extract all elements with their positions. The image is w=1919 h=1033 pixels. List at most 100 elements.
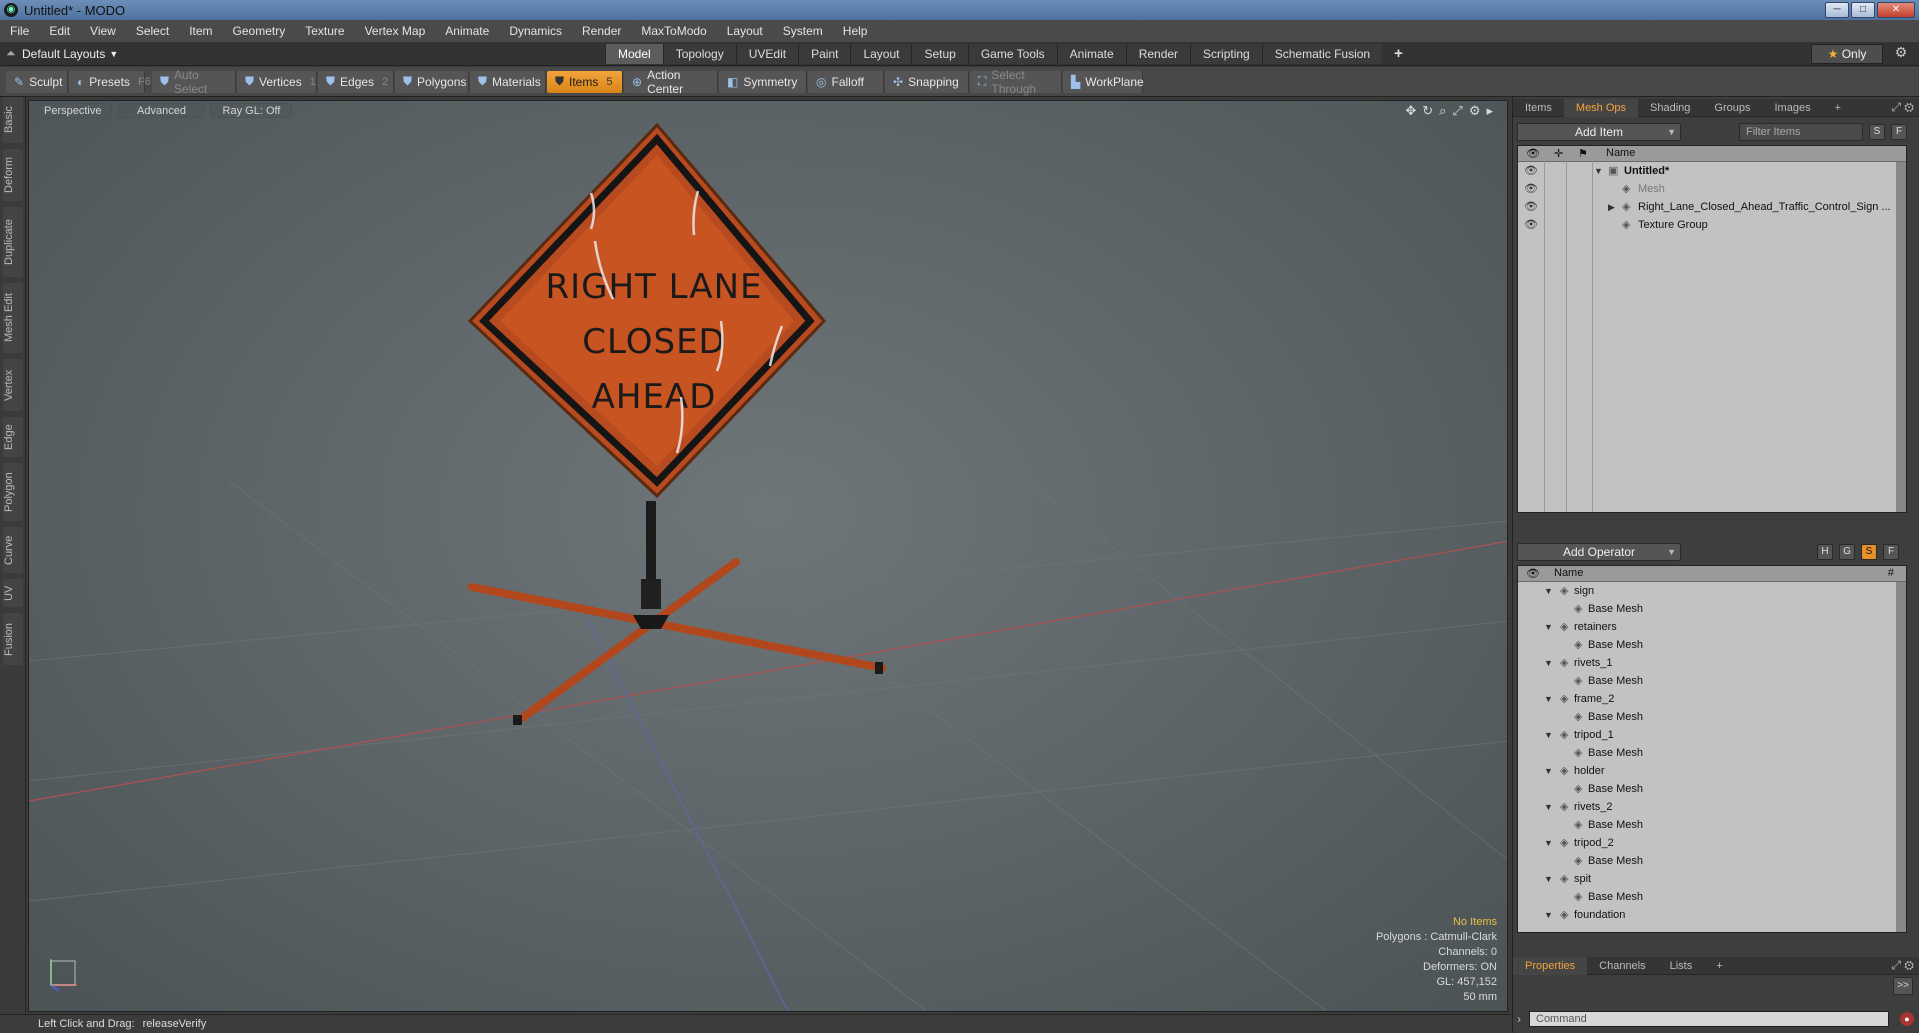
rotate-icon[interactable]: ↻ — [1422, 103, 1433, 119]
collapse-arrow-icon[interactable]: ▼ — [1544, 798, 1553, 816]
tab-uvedit[interactable]: UVEdit — [735, 43, 799, 64]
sculpt-button[interactable]: ✎ Sculpt — [6, 70, 68, 93]
left-tab-basic[interactable]: Basic — [3, 97, 23, 143]
mesh-op-row[interactable]: ▼ ◈ sign — [1518, 582, 1906, 600]
item-row[interactable]: 👁 ◈ Mesh — [1518, 180, 1906, 198]
items-tab-images[interactable]: Images — [1763, 99, 1823, 117]
snapping-button[interactable]: ✣ Snapping — [885, 70, 969, 93]
menu-vertex-map[interactable]: Vertex Map — [355, 24, 436, 38]
eye-icon[interactable] — [1524, 621, 1536, 633]
props-tab-lists[interactable]: Lists — [1658, 957, 1705, 975]
mesh-op-row[interactable]: ▼ ◈ spit — [1518, 870, 1906, 888]
left-tab-fusion[interactable]: Fusion — [3, 613, 23, 665]
left-tab-curve[interactable]: Curve — [3, 527, 23, 573]
mesh-op-row[interactable]: ▼ ◈ tripod_1 — [1518, 726, 1906, 744]
eye-icon[interactable] — [1524, 765, 1536, 777]
menu-maxtomodo[interactable]: MaxToModo — [631, 24, 716, 38]
eye-icon[interactable] — [1524, 801, 1536, 813]
zoom-icon[interactable]: ⌕ — [1439, 103, 1446, 119]
mesh-op-row[interactable]: ◈ Base Mesh — [1518, 600, 1906, 618]
tab-animate[interactable]: Animate — [1056, 43, 1126, 64]
ops-f-button[interactable]: F — [1883, 544, 1899, 560]
mesh-op-row[interactable]: ◈ Base Mesh — [1518, 888, 1906, 906]
filter-f-button[interactable]: F — [1891, 124, 1907, 140]
left-tab-mesh-edit[interactable]: Mesh Edit — [3, 283, 23, 353]
eye-icon[interactable] — [1524, 729, 1536, 741]
collapse-arrow-icon[interactable]: ▼ — [1544, 834, 1553, 852]
mesh-op-row[interactable]: ◈ Base Mesh — [1518, 672, 1906, 690]
fit-icon[interactable]: ⤢ — [1452, 103, 1462, 119]
props-tab-channels[interactable]: Channels — [1587, 957, 1657, 975]
mesh-op-row[interactable]: ▼ ◈ holder — [1518, 762, 1906, 780]
add-item-dropdown[interactable]: Add Item ▼ — [1517, 123, 1681, 141]
default-layouts-dropdown[interactable]: Default Layouts — [22, 47, 105, 61]
eye-icon[interactable] — [1524, 873, 1536, 885]
mesh-op-row[interactable]: ▼ ◈ rivets_1 — [1518, 654, 1906, 672]
auto-select-button[interactable]: ⛊ Auto Select — [152, 68, 236, 96]
menu-edit[interactable]: Edit — [39, 24, 80, 38]
eye-icon[interactable]: 👁 — [1524, 165, 1538, 177]
minimize-button[interactable]: ─ — [1825, 2, 1849, 18]
expand-button[interactable]: >> — [1893, 977, 1913, 995]
record-icon[interactable]: ● — [1900, 1012, 1914, 1026]
falloff-button[interactable]: ◎ Falloff — [808, 70, 884, 93]
props-tab-properties[interactable]: Properties — [1513, 956, 1588, 975]
mesh-op-row[interactable]: ▼ ◈ tripod_2 — [1518, 834, 1906, 852]
materials-button[interactable]: ⛊ Materials — [470, 70, 546, 93]
add-operator-dropdown[interactable]: Add Operator ▼ — [1517, 543, 1681, 561]
action-center-button[interactable]: ⊕ Action Center — [624, 68, 718, 96]
add-tab-button[interactable]: + — [1382, 44, 1415, 64]
items-tab-shading[interactable]: Shading — [1638, 99, 1702, 117]
props-panel-gear-icon[interactable]: ⤢ ⚙ — [1891, 958, 1914, 973]
left-tab-polygon[interactable]: Polygon — [3, 463, 23, 521]
eye-icon[interactable]: 👁 — [1524, 201, 1538, 213]
tab-setup[interactable]: Setup — [911, 43, 968, 64]
tab-topology[interactable]: Topology — [662, 43, 736, 64]
collapse-arrow-icon[interactable]: ▼ — [1544, 762, 1553, 780]
tab-paint[interactable]: Paint — [798, 43, 851, 64]
item-row[interactable]: 👁 ▼ ▣ Untitled* — [1518, 162, 1906, 180]
tab-layout[interactable]: Layout — [850, 43, 912, 64]
left-tab-uv[interactable]: UV — [3, 579, 23, 607]
props-tab-add[interactable]: + — [1704, 957, 1734, 975]
command-input[interactable]: Command — [1529, 1011, 1889, 1027]
polygons-button[interactable]: ⛊ Polygons — [395, 70, 469, 93]
tab-render[interactable]: Render — [1125, 43, 1191, 64]
shading-mode-dropdown[interactable]: Advanced — [118, 103, 205, 118]
left-tab-duplicate[interactable]: Duplicate — [3, 207, 23, 277]
eye-icon[interactable] — [1524, 657, 1536, 669]
mesh-op-row[interactable]: ◈ Base Mesh — [1518, 780, 1906, 798]
item-row[interactable]: 👁 ◈ Texture Group — [1518, 216, 1906, 234]
tab-schematic-fusion[interactable]: Schematic Fusion — [1261, 43, 1383, 64]
eye-icon[interactable] — [1524, 909, 1536, 921]
tab-scripting[interactable]: Scripting — [1190, 43, 1262, 64]
items-panel-gear-icon[interactable]: ⤢ ⚙ — [1891, 100, 1914, 115]
vertices-button[interactable]: ⛊ Vertices 1 — [237, 70, 317, 93]
items-tab-items[interactable]: Items — [1513, 99, 1564, 117]
presets-button[interactable]: ◐ Presets F6 — [69, 70, 151, 93]
mesh-op-row[interactable]: ▼ ◈ frame_2 — [1518, 690, 1906, 708]
collapse-arrow-icon[interactable]: ▼ — [1544, 726, 1553, 744]
layout-up-icon[interactable]: ⏶ — [6, 46, 22, 61]
mesh-op-row[interactable]: ◈ Base Mesh — [1518, 816, 1906, 834]
menu-view[interactable]: View — [80, 24, 126, 38]
menu-file[interactable]: File — [0, 24, 39, 38]
mesh-op-row[interactable]: ▼ ◈ foundation — [1518, 906, 1906, 924]
pan-icon[interactable]: ✥ — [1405, 103, 1416, 119]
items-tab-add[interactable]: + — [1823, 99, 1853, 117]
items-tab-mesh-ops[interactable]: Mesh Ops — [1563, 98, 1639, 117]
eye-icon[interactable]: 👁 — [1524, 183, 1538, 195]
mesh-op-row[interactable]: ◈ Base Mesh — [1518, 636, 1906, 654]
tab-model[interactable]: Model — [605, 43, 663, 64]
mesh-ops-list[interactable]: 👁 Name # ▼ ◈ sign ◈ Base Mesh ▼ ◈ retainers ◈ Base … — [1517, 565, 1907, 933]
only-toggle[interactable]: ★ Only — [1811, 44, 1883, 64]
symmetry-button[interactable]: ◧ Symmetry — [719, 70, 807, 93]
items-tab-groups[interactable]: Groups — [1702, 99, 1762, 117]
ops-s-button[interactable]: S — [1861, 544, 1877, 560]
menu-select[interactable]: Select — [126, 24, 179, 38]
menu-system[interactable]: System — [773, 24, 833, 38]
collapse-arrow-icon[interactable]: ▼ — [1594, 162, 1603, 180]
select-through-button[interactable]: ⛶ Select Through — [970, 68, 1062, 96]
mesh-op-row[interactable]: ◈ Base Mesh — [1518, 708, 1906, 726]
maximize-button[interactable]: □ — [1851, 2, 1875, 18]
